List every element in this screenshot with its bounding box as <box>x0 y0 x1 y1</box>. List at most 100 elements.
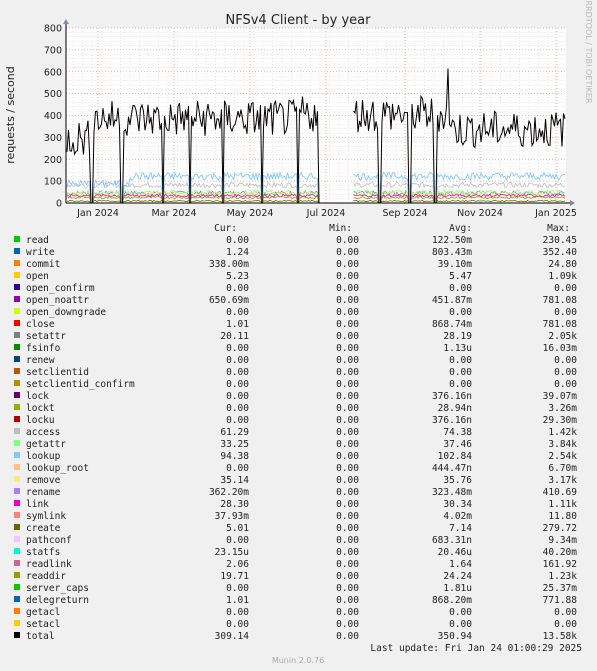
legend-name: server_caps <box>26 583 89 594</box>
legend-avg: 39.10m <box>438 259 473 270</box>
legend-swatch-icon <box>14 284 20 290</box>
legend-max: 1.09k <box>548 271 577 282</box>
legend-swatch-icon <box>14 620 20 626</box>
column-header-min: Min: <box>329 223 352 234</box>
legend-max: 3.26m <box>548 403 577 414</box>
legend-avg: 0.00 <box>449 379 472 390</box>
legend-name: write <box>26 247 55 258</box>
legend-avg: 376.16n <box>432 391 472 402</box>
x-tick-label: Nov 2024 <box>457 208 503 219</box>
legend-swatch-icon <box>14 260 20 266</box>
legend-name: create <box>26 523 61 534</box>
legend-cur: 35.14 <box>220 475 249 486</box>
legend-avg: 1.81u <box>443 583 472 594</box>
legend-name: readlink <box>26 559 72 570</box>
legend-max: 410.69 <box>543 487 578 498</box>
legend-avg: 4.02m <box>443 511 472 522</box>
legend-max: 9.34m <box>548 535 577 546</box>
legend-name: statfs <box>26 547 60 558</box>
legend-cur: 0.00 <box>226 403 249 414</box>
legend-max: 1.11k <box>548 499 577 510</box>
legend-max: 0.00 <box>554 367 577 378</box>
y-axis-ticks: 0 100 200 300 400 500 600 700 800 <box>44 24 62 210</box>
y-tick-label: 500 <box>44 89 62 100</box>
legend-avg: 37.46 <box>443 439 472 450</box>
legend-avg: 122.50m <box>432 235 472 246</box>
legend-cur: 362.20m <box>209 487 249 498</box>
legend-swatch-icon <box>14 392 20 398</box>
legend-name: lockt <box>26 403 55 414</box>
y-tick-label: 0 <box>56 199 62 210</box>
y-tick-label: 300 <box>44 133 62 144</box>
legend-max: 39.07m <box>543 391 578 402</box>
legend-name: getacl <box>26 607 60 618</box>
legend-swatch-icon <box>14 584 20 590</box>
legend-min: 0.00 <box>336 283 359 294</box>
legend-max: 2.54k <box>548 451 577 462</box>
x-tick-label: Jul 2024 <box>306 208 346 219</box>
legend-cur: 37.93m <box>215 511 250 522</box>
legend-avg: 0.00 <box>449 619 472 630</box>
legend-name: rename <box>26 487 61 498</box>
legend-max: 1.23k <box>548 571 577 582</box>
legend-swatch-icon <box>14 416 20 422</box>
x-tick-label: Sep 2024 <box>382 208 427 219</box>
legend-max: 11.80 <box>548 511 577 522</box>
legend-name: setclientid <box>26 367 89 378</box>
legend-avg: 868.20m <box>432 595 472 606</box>
legend-avg: 444.47n <box>432 463 472 474</box>
legend-swatch-icon <box>14 488 20 494</box>
legend-swatch-icon <box>14 476 20 482</box>
legend-swatch-icon <box>14 428 20 434</box>
legend-cur: 2.06 <box>226 559 249 570</box>
y-tick-label: 200 <box>44 155 62 166</box>
legend-swatch-icon <box>14 464 20 470</box>
legend-min: 0.00 <box>336 487 359 498</box>
legend-cur: 33.25 <box>220 439 249 450</box>
legend-min: 0.00 <box>336 451 359 462</box>
y-tick-label: 600 <box>44 67 62 78</box>
y-tick-label: 800 <box>44 24 62 35</box>
legend-min: 0.00 <box>336 319 359 330</box>
legend-max: 161.92 <box>543 559 577 570</box>
legend-name: delegreturn <box>26 595 89 606</box>
legend-name: link <box>26 499 49 510</box>
legend-name: lock <box>26 391 49 402</box>
column-header-cur: Cur: <box>214 223 237 234</box>
legend-min: 0.00 <box>336 583 359 594</box>
legend-avg: 0.00 <box>449 283 472 294</box>
munin-graph: NFSv4 Client - by year RRDTOOL / TOBI OE… <box>0 0 597 671</box>
legend-swatch-icon <box>14 536 20 542</box>
legend-avg: 30.34 <box>443 499 472 510</box>
legend-name: symlink <box>26 511 66 522</box>
x-tick-label: Jan 2024 <box>76 208 119 219</box>
legend-avg: 0.00 <box>449 355 472 366</box>
legend-name: read <box>26 235 49 246</box>
legend-max: 279.72 <box>543 523 577 534</box>
legend-min: 0.00 <box>336 607 359 618</box>
legend-swatch-icon <box>14 452 20 458</box>
legend-swatch-icon <box>14 440 20 446</box>
legend-name: setacl <box>26 619 60 630</box>
legend-name: setattr <box>26 331 66 342</box>
legend-max: 0.00 <box>554 607 577 618</box>
legend-name: renew <box>26 355 55 366</box>
legend-min: 0.00 <box>336 475 359 486</box>
x-tick-label: Mar 2024 <box>151 208 196 219</box>
legend-swatch-icon <box>14 608 20 614</box>
legend-cur: 61.29 <box>220 427 249 438</box>
legend-max: 352.40 <box>543 247 578 258</box>
legend-cur: 0.00 <box>226 619 249 630</box>
legend-cur: 20.11 <box>220 331 249 342</box>
legend-avg: 376.16n <box>432 415 472 426</box>
legend-name: getattr <box>26 439 66 450</box>
legend-avg: 20.46u <box>438 547 472 558</box>
rrdtool-credit: RRDTOOL / TOBI OETIKER <box>584 0 593 103</box>
legend-swatch-icon <box>14 332 20 338</box>
legend-min: 0.00 <box>336 535 359 546</box>
y-axis-label: requests / second <box>4 66 17 163</box>
legend-min: 0.00 <box>336 403 359 414</box>
last-update: Last update: Fri Jan 24 01:00:29 2025 <box>370 643 582 654</box>
legend-max: 230.45 <box>543 235 577 246</box>
legend-avg: 350.94 <box>438 631 473 642</box>
